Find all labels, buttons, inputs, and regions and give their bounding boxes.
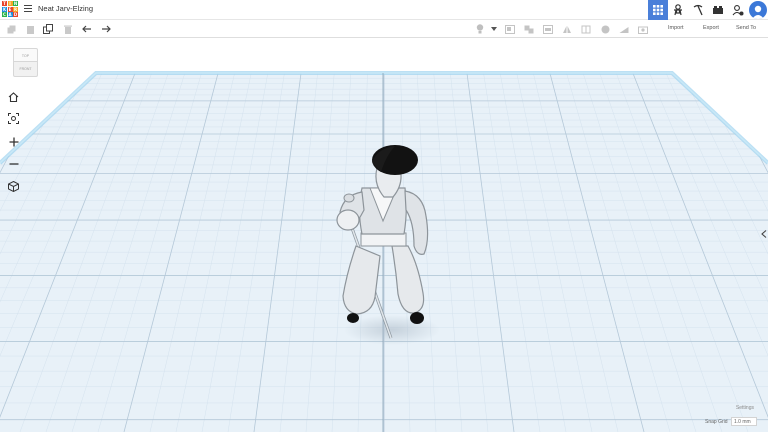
mirror-button[interactable]: [580, 23, 592, 35]
edit-toolbar: Import Export Send To: [0, 20, 768, 38]
flip-button[interactable]: [561, 23, 573, 35]
duplicate-button[interactable]: [42, 23, 54, 35]
caret-down-icon: [491, 27, 497, 31]
paste-button[interactable]: [24, 23, 36, 35]
logo-tile: D: [13, 12, 18, 17]
ungroup-button[interactable]: [523, 23, 535, 35]
3d-design-view-button[interactable]: [648, 0, 668, 20]
add-user-icon: [732, 5, 744, 16]
redo-button[interactable]: [100, 23, 112, 35]
mirror-icon: [581, 25, 591, 33]
blocks-view-button[interactable]: [668, 0, 688, 20]
pickaxe-icon: [693, 4, 703, 16]
copy-button[interactable]: [5, 23, 17, 35]
circuits-view-button[interactable]: [688, 0, 708, 20]
perspective-toggle-button[interactable]: [6, 179, 21, 194]
view-cube[interactable]: TOP FRONT: [13, 48, 38, 78]
logo-tile: R: [13, 6, 18, 12]
gingerbread-icon: [674, 4, 682, 16]
light-bulb-button[interactable]: [474, 23, 486, 35]
logo-tile: K: [2, 6, 7, 12]
settings-button[interactable]: Settings: [736, 405, 754, 411]
trash-icon: [64, 25, 72, 34]
group-icon: [505, 24, 515, 34]
delete-button[interactable]: [62, 23, 74, 35]
home-icon: [8, 91, 19, 102]
notes-icon: [601, 25, 609, 33]
align-button[interactable]: [542, 23, 554, 35]
add-user-button[interactable]: [728, 0, 748, 20]
perspective-cube-icon: [8, 181, 19, 192]
camera-button[interactable]: [637, 23, 649, 35]
export-button[interactable]: Export: [703, 25, 719, 31]
logo-tile: A: [7, 12, 13, 17]
duplicate-icon: [43, 24, 53, 34]
workplane-canvas[interactable]: [0, 39, 768, 432]
send-to-button[interactable]: Send To: [736, 25, 756, 31]
avatar-icon: [752, 5, 764, 19]
design-title[interactable]: Neat Jarv-Elzing: [38, 4, 93, 13]
import-button[interactable]: Import: [668, 25, 684, 31]
view-cube-top-face[interactable]: TOP: [13, 48, 38, 62]
chevron-left-icon: [761, 230, 767, 238]
redo-icon: [102, 25, 111, 33]
tinkercad-logo[interactable]: TIN KER CAD: [2, 1, 18, 18]
paste-icon: [26, 25, 34, 34]
grid-icon: [653, 5, 663, 15]
group-button[interactable]: [504, 23, 516, 35]
flip-icon: [563, 25, 571, 33]
top-bar-actions: [648, 0, 768, 20]
logo-tile: E: [7, 6, 13, 12]
minus-icon: [9, 162, 18, 165]
ungroup-icon: [524, 25, 534, 33]
snap-grid-label: Snap Grid: [705, 419, 728, 425]
logo-tile: T: [2, 1, 7, 6]
user-avatar[interactable]: [749, 1, 767, 19]
workplane-button[interactable]: [599, 23, 611, 35]
shapes-panel-toggle[interactable]: [761, 230, 767, 240]
plus-icon: [9, 137, 18, 146]
light-bulb-icon: [476, 24, 484, 34]
top-bar: TIN KER CAD Neat Jarv-Elzing: [0, 0, 768, 20]
zoom-out-button[interactable]: [6, 156, 21, 171]
workplane-viewport[interactable]: TOP FRONT: [0, 39, 768, 432]
bricks-icon: [713, 6, 723, 14]
logo-tile: C: [2, 12, 7, 17]
menu-icon[interactable]: [24, 5, 32, 13]
logo-tile: I: [7, 1, 13, 6]
ruler-icon: [619, 26, 629, 33]
ruler-button[interactable]: [618, 23, 630, 35]
fit-view-button[interactable]: [6, 111, 21, 126]
copy-icon: [7, 25, 15, 33]
logo-tile: N: [13, 1, 18, 6]
align-icon: [543, 24, 553, 34]
view-cube-front-face[interactable]: FRONT: [13, 62, 38, 77]
bricks-view-button[interactable]: [708, 0, 728, 20]
undo-icon: [82, 25, 91, 33]
snap-grid-select[interactable]: 1.0 mm: [731, 417, 757, 426]
home-view-button[interactable]: [6, 89, 21, 104]
tinkercad-editor: TIN KER CAD Neat Jarv-Elzing Import Export…: [0, 0, 768, 432]
camera-icon: [638, 26, 648, 34]
undo-button[interactable]: [81, 23, 93, 35]
zoom-in-button[interactable]: [6, 134, 21, 149]
fit-view-icon: [8, 113, 19, 124]
light-dropdown[interactable]: [488, 23, 500, 35]
